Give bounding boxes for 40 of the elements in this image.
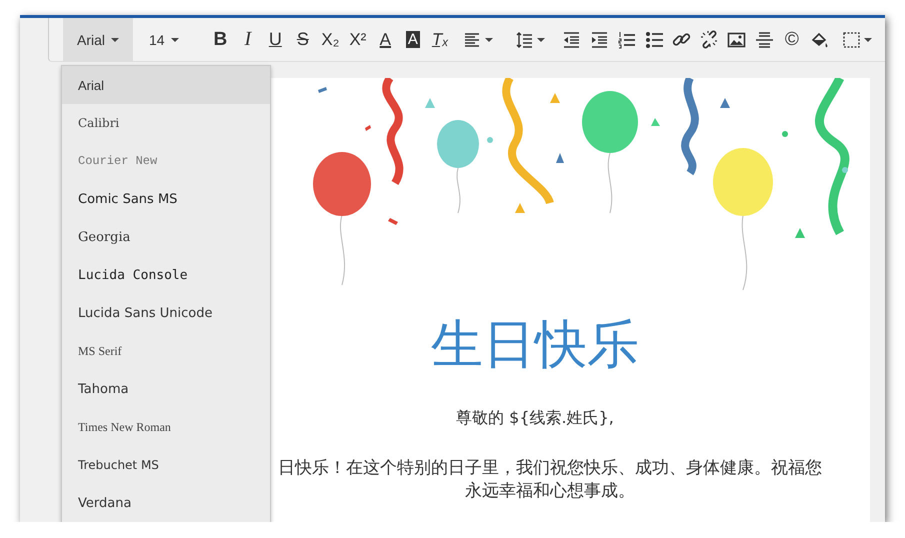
unlink-icon xyxy=(700,30,719,50)
font-option[interactable]: MS Serif xyxy=(62,332,270,370)
bold-button[interactable]: B xyxy=(208,18,234,61)
font-option[interactable]: Verdana xyxy=(62,484,270,522)
font-option[interactable]: Lucida Sans Unicode xyxy=(62,294,270,332)
font-option[interactable]: Georgia xyxy=(62,218,270,256)
outdent-icon xyxy=(562,30,582,50)
greeting-text: 尊敬的 ${线索.姓氏}, xyxy=(455,408,615,429)
ordered-list-icon xyxy=(617,30,636,50)
italic-button[interactable]: I xyxy=(235,18,261,61)
border-icon xyxy=(842,30,862,50)
horizontal-line-icon xyxy=(754,30,774,50)
bullet-list-icon xyxy=(644,30,664,50)
strike-button[interactable]: S xyxy=(290,18,316,61)
font-size-dropdown[interactable]: 14 xyxy=(135,18,193,61)
font-option[interactable]: Arial xyxy=(62,66,270,104)
caret-icon xyxy=(170,38,179,42)
color-button[interactable]: A xyxy=(372,18,398,61)
line-height-icon xyxy=(515,30,534,50)
font-option[interactable]: Lucida Console xyxy=(62,256,270,294)
highlight-button[interactable]: A xyxy=(400,18,426,61)
sup-button[interactable]: X² xyxy=(345,18,371,61)
underline-button[interactable]: U xyxy=(262,18,288,61)
caret-icon xyxy=(864,38,872,42)
sub-button[interactable]: X₂ xyxy=(318,18,344,61)
font-option[interactable]: Times New Roman xyxy=(62,408,270,446)
font-option[interactable]: Tahoma xyxy=(62,370,270,408)
clear-button[interactable]: Tₓ xyxy=(428,18,454,61)
caret-icon xyxy=(537,38,546,42)
caret-icon xyxy=(485,38,494,42)
copyright-button[interactable]: © xyxy=(779,18,805,61)
font-option[interactable]: Calibri xyxy=(62,104,270,142)
image-icon xyxy=(727,30,746,50)
font-option[interactable]: Courier New xyxy=(62,142,270,180)
indent-icon xyxy=(590,30,609,50)
caret-icon xyxy=(111,38,120,42)
font-option[interactable]: Comic Sans MS xyxy=(62,180,270,218)
font-option[interactable]: Trebuchet MS xyxy=(62,446,270,484)
body-paragraph: 日快乐！在这个特别的日子里，我们祝您快乐、成功、身体健康。祝福您永远幸福和心想事成。 xyxy=(277,457,823,503)
font-family-dropdown[interactable]: Arial xyxy=(63,18,134,61)
